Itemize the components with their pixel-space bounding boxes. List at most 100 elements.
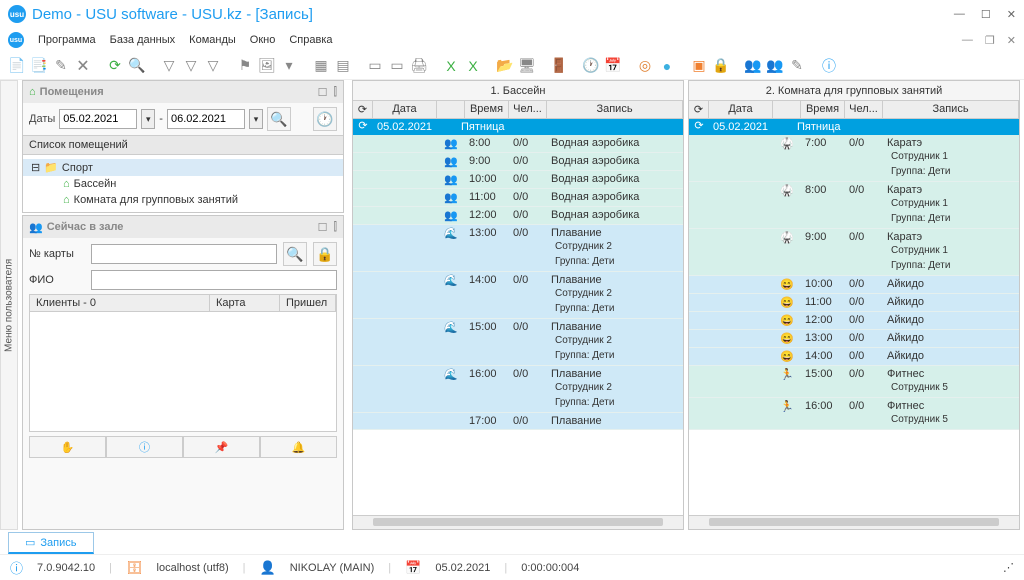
lock-button[interactable]: 🔒 (313, 242, 337, 266)
panel-pin-icon[interactable]: ☐ (318, 86, 328, 99)
tb-open-icon[interactable]: 📂 (496, 57, 514, 75)
tb-excel2-icon[interactable]: X (464, 57, 482, 75)
tb-users-icon[interactable]: 👥 (766, 57, 784, 75)
tb-exit-icon[interactable]: 🚪 (550, 57, 568, 75)
menu-window[interactable]: Окно (250, 34, 276, 46)
card-input[interactable] (91, 244, 277, 264)
schedule-row[interactable]: 😄10:000/0Айкидо (689, 276, 1019, 294)
schedule-row[interactable]: 😄12:000/0Айкидо (689, 312, 1019, 330)
schedule-row[interactable]: 🌊13:000/0ПлаваниеСотрудник 2Группа: Дети (353, 225, 683, 272)
schedule-row[interactable]: 👥12:000/0Водная аэробика (353, 207, 683, 225)
horizontal-scrollbar[interactable] (353, 515, 683, 529)
schedule-row[interactable]: 👥9:000/0Водная аэробика (353, 153, 683, 171)
menu-help[interactable]: Справка (289, 34, 332, 46)
close-button[interactable]: ✕ (1007, 8, 1016, 21)
search-button[interactable]: 🔍 (283, 242, 307, 266)
col-refresh-icon[interactable]: ⟳ (689, 101, 709, 118)
card-col[interactable]: Карта (210, 295, 280, 311)
menu-logo-icon[interactable]: usu (8, 32, 24, 48)
panel-pin2-icon[interactable]: ⫿ (333, 86, 337, 99)
tb-user-icon[interactable]: 👥 (744, 57, 762, 75)
schedule-row[interactable]: 🏃16:000/0ФитнесСотрудник 5 (689, 398, 1019, 430)
tb-edit-icon[interactable]: ✎ (52, 57, 70, 75)
schedule-row[interactable]: 👥10:000/0Водная аэробика (353, 171, 683, 189)
arrived-col[interactable]: Пришел (280, 295, 336, 311)
info-button[interactable]: ⓘ (106, 436, 183, 458)
tb-rss-icon[interactable]: ▣ (690, 57, 708, 75)
tb-target-icon[interactable]: ◎ (636, 57, 654, 75)
maximize-button[interactable]: ☐ (981, 8, 991, 21)
tb-filter3-icon[interactable]: ▽ (204, 57, 222, 75)
tb-search-icon[interactable]: 🔍 (128, 57, 146, 75)
tb-image-icon[interactable]: 🖼 (258, 57, 276, 75)
schedule-row[interactable]: 🏃15:000/0ФитнесСотрудник 5 (689, 366, 1019, 398)
mdi-close-icon[interactable]: ✕ (1007, 34, 1016, 47)
schedule-row[interactable]: 🌊15:000/0ПлаваниеСотрудник 2Группа: Дети (353, 319, 683, 366)
col-date[interactable]: Дата (709, 101, 773, 118)
schedule-date-row[interactable]: ⟳05.02.2021Пятница (353, 119, 683, 135)
horizontal-scrollbar[interactable] (689, 515, 1019, 529)
tb-table-icon[interactable]: ▤ (334, 57, 352, 75)
tree-child[interactable]: ⌂ Комната для групповых занятий (23, 192, 343, 208)
date-search-button[interactable]: 🔍 (267, 107, 291, 131)
tree-root[interactable]: ⊟ 📁 Спорт (23, 159, 343, 176)
schedule-row[interactable]: 😄13:000/0Айкидо (689, 330, 1019, 348)
schedule-row[interactable]: 🌊14:000/0ПлаваниеСотрудник 2Группа: Дети (353, 272, 683, 319)
schedule-row[interactable]: 👥11:000/0Водная аэробика (353, 189, 683, 207)
tb-screen-icon[interactable]: 🖥 (518, 57, 536, 75)
tb-doc2-icon[interactable]: ▭ (388, 57, 406, 75)
col-record[interactable]: Запись (547, 101, 683, 118)
panel-pin2-icon[interactable]: ⫿ (333, 221, 337, 234)
tb-dd-icon[interactable]: ▾ (280, 57, 298, 75)
tb-world-icon[interactable]: ● (658, 57, 676, 75)
col-record[interactable]: Запись (883, 101, 1019, 118)
tb-info-icon[interactable]: ⓘ (820, 57, 838, 75)
col-people[interactable]: Чел... (845, 101, 883, 118)
date-to-input[interactable] (167, 109, 245, 129)
col-refresh-icon[interactable]: ⟳ (353, 101, 373, 118)
refresh-icon[interactable]: ⟳ (353, 119, 373, 135)
schedule-row[interactable]: 🥋7:000/0КаратэСотрудник 1Группа: Дети (689, 135, 1019, 182)
tb-brush-icon[interactable]: ✎ (788, 57, 806, 75)
tb-clock-icon[interactable]: 🕐 (582, 57, 600, 75)
date-from-input[interactable] (59, 109, 137, 129)
tb-copy-icon[interactable]: 📑 (30, 57, 48, 75)
user-menu-sidetab[interactable]: Меню пользователя (0, 80, 18, 530)
col-time[interactable]: Время (801, 101, 845, 118)
tb-lock-icon[interactable]: 🔒 (712, 57, 730, 75)
col-time[interactable]: Время (465, 101, 509, 118)
tab-record[interactable]: ▭ Запись (8, 532, 94, 554)
schedule-body[interactable]: ⟳05.02.2021Пятница👥8:000/0Водная аэробик… (353, 119, 683, 515)
schedule-row[interactable]: 👥8:000/0Водная аэробика (353, 135, 683, 153)
schedule-row[interactable]: 😄11:000/0Айкидо (689, 294, 1019, 312)
panel-pin-icon[interactable]: ☐ (318, 221, 328, 234)
tb-refresh-icon[interactable]: ⟳ (106, 57, 124, 75)
tb-delete-icon[interactable]: 🗙 (74, 57, 92, 75)
schedule-row[interactable]: 🥋9:000/0КаратэСотрудник 1Группа: Дети (689, 229, 1019, 276)
mdi-minimize-icon[interactable]: — (962, 34, 973, 47)
schedule-row[interactable]: 🥋8:000/0КаратэСотрудник 1Группа: Дети (689, 182, 1019, 229)
collapse-icon[interactable]: ⊟ (31, 161, 40, 174)
tb-filter-icon[interactable]: ▽ (160, 57, 178, 75)
pin-button[interactable]: 📌 (183, 436, 260, 458)
tb-excel-icon[interactable]: X (442, 57, 460, 75)
mdi-restore-icon[interactable]: ❐ (985, 34, 995, 47)
schedule-date-row[interactable]: ⟳05.02.2021Пятница (689, 119, 1019, 135)
tb-filter2-icon[interactable]: ▽ (182, 57, 200, 75)
tb-grid-icon[interactable]: ▦ (312, 57, 330, 75)
menu-database[interactable]: База данных (110, 34, 176, 46)
date-from-dropdown[interactable]: ▾ (141, 109, 155, 129)
menu-commands[interactable]: Команды (189, 34, 236, 46)
fio-input[interactable] (91, 270, 337, 290)
tb-doc-icon[interactable]: ▭ (366, 57, 384, 75)
schedule-row[interactable]: 🌊16:000/0ПлаваниеСотрудник 2Группа: Дети (353, 366, 683, 413)
tb-cal-icon[interactable]: 📅 (604, 57, 622, 75)
refresh-icon[interactable]: ⟳ (689, 119, 709, 135)
bell-button[interactable]: 🔔 (260, 436, 337, 458)
schedule-row[interactable]: 17:000/0Плавание (353, 413, 683, 430)
tb-new-icon[interactable]: 📄 (8, 57, 26, 75)
date-to-dropdown[interactable]: ▾ (249, 109, 263, 129)
tb-flag-icon[interactable]: ⚑ (236, 57, 254, 75)
clients-col[interactable]: Клиенты - 0 (30, 295, 210, 311)
col-date[interactable]: Дата (373, 101, 437, 118)
